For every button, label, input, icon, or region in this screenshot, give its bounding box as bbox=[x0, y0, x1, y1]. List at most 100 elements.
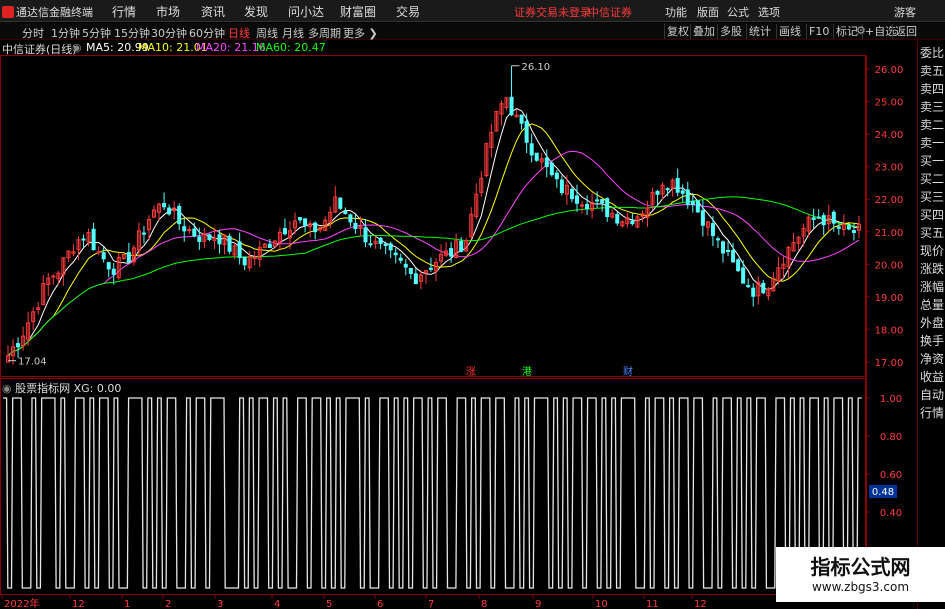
candle-body[interactable] bbox=[106, 262, 111, 270]
side-panel-item[interactable]: 买五 bbox=[920, 224, 945, 241]
candle-body[interactable] bbox=[559, 179, 564, 194]
candle-body[interactable] bbox=[605, 198, 610, 218]
side-panel-item[interactable]: 行情 bbox=[920, 404, 945, 421]
candle-body[interactable] bbox=[207, 234, 212, 240]
candle-body[interactable] bbox=[177, 205, 182, 225]
candle-body[interactable] bbox=[600, 199, 605, 204]
candle-body[interactable] bbox=[182, 226, 187, 232]
candle-body[interactable] bbox=[227, 235, 232, 252]
candle-body[interactable] bbox=[595, 199, 600, 202]
side-panel-item[interactable]: 委比 bbox=[920, 44, 945, 61]
candle-body[interactable] bbox=[675, 177, 680, 193]
candle-body[interactable] bbox=[615, 213, 620, 224]
candle-body[interactable] bbox=[751, 287, 756, 297]
candle-body[interactable] bbox=[449, 248, 454, 257]
candle-body[interactable] bbox=[529, 143, 534, 156]
candle-body[interactable] bbox=[574, 195, 579, 204]
candle-body[interactable] bbox=[167, 207, 172, 215]
side-panel-item[interactable]: 卖四 bbox=[920, 80, 945, 97]
kline-chart[interactable]: 26.0025.0024.0023.0022.0021.0020.0019.00… bbox=[0, 0, 945, 609]
candle-body[interactable] bbox=[821, 215, 826, 226]
candle-body[interactable] bbox=[81, 238, 86, 241]
candle-body[interactable] bbox=[338, 197, 343, 209]
candle-body[interactable] bbox=[428, 267, 433, 270]
candle-body[interactable] bbox=[726, 249, 731, 252]
side-panel-item[interactable]: 买三 bbox=[920, 188, 945, 205]
candle-body[interactable] bbox=[217, 234, 222, 245]
candle-body[interactable] bbox=[388, 243, 393, 251]
event-marker[interactable]: 涨 bbox=[466, 366, 476, 378]
candle-body[interactable] bbox=[368, 243, 373, 246]
candle-body[interactable] bbox=[685, 189, 690, 205]
event-marker[interactable]: 财 bbox=[623, 365, 633, 378]
candle-body[interactable] bbox=[282, 228, 287, 235]
candle-body[interactable] bbox=[237, 241, 242, 259]
candle-body[interactable] bbox=[544, 157, 549, 167]
candle-body[interactable] bbox=[298, 217, 303, 221]
candle-body[interactable] bbox=[398, 257, 403, 261]
side-panel-item[interactable]: 涨幅 bbox=[920, 278, 945, 295]
candle-body[interactable] bbox=[534, 152, 539, 161]
candle-body[interactable] bbox=[630, 220, 635, 225]
candle-body[interactable] bbox=[459, 240, 464, 252]
candle-body[interactable] bbox=[408, 268, 413, 274]
candle-body[interactable] bbox=[700, 210, 705, 226]
side-panel-item[interactable]: 现价 bbox=[920, 242, 945, 259]
candle-body[interactable] bbox=[569, 188, 574, 200]
candle-body[interactable] bbox=[313, 222, 318, 233]
candle-body[interactable] bbox=[91, 228, 96, 251]
candle-body[interactable] bbox=[383, 243, 388, 246]
candle-body[interactable] bbox=[731, 250, 736, 263]
candle-body[interactable] bbox=[343, 210, 348, 214]
candle-body[interactable] bbox=[187, 229, 192, 232]
candle-body[interactable] bbox=[836, 226, 841, 229]
candle-body[interactable] bbox=[192, 228, 197, 237]
candle-body[interactable] bbox=[242, 256, 247, 266]
candle-body[interactable] bbox=[51, 275, 56, 278]
candle-body[interactable] bbox=[554, 172, 559, 180]
candle-body[interactable] bbox=[413, 273, 418, 285]
candle-body[interactable] bbox=[680, 190, 685, 194]
sub-indicator-icon[interactable]: ◉ bbox=[2, 382, 12, 395]
candle-body[interactable] bbox=[111, 268, 116, 275]
candle-body[interactable] bbox=[353, 222, 358, 230]
candle-body[interactable] bbox=[741, 267, 746, 284]
candle-body[interactable] bbox=[101, 252, 106, 260]
side-panel-item[interactable]: 买四 bbox=[920, 206, 945, 223]
candle-body[interactable] bbox=[690, 200, 695, 206]
side-panel-item[interactable]: 外盘 bbox=[920, 314, 945, 331]
candle-body[interactable] bbox=[665, 188, 670, 191]
candle-body[interactable] bbox=[197, 236, 202, 242]
candle-body[interactable] bbox=[267, 243, 272, 248]
candle-body[interactable] bbox=[846, 225, 851, 230]
candle-body[interactable] bbox=[585, 204, 590, 210]
candle-body[interactable] bbox=[524, 120, 529, 143]
candle-body[interactable] bbox=[761, 282, 766, 294]
candle-body[interactable] bbox=[851, 230, 856, 233]
event-marker[interactable]: 港 bbox=[522, 366, 532, 378]
candle-body[interactable] bbox=[549, 162, 554, 176]
candle-body[interactable] bbox=[811, 217, 816, 221]
candle-body[interactable] bbox=[695, 200, 700, 213]
candle-body[interactable] bbox=[721, 241, 726, 254]
candle-body[interactable] bbox=[831, 211, 836, 224]
candle-body[interactable] bbox=[736, 259, 741, 272]
side-panel-item[interactable]: 涨跌 bbox=[920, 260, 945, 277]
side-panel-item[interactable]: 买一 bbox=[920, 152, 945, 169]
candle-body[interactable] bbox=[715, 238, 720, 241]
candle-body[interactable] bbox=[378, 237, 383, 244]
side-panel-item[interactable]: 总量 bbox=[920, 296, 945, 313]
side-panel-item[interactable]: 买二 bbox=[920, 170, 945, 187]
side-panel-item[interactable]: 卖三 bbox=[920, 98, 945, 115]
side-panel-item[interactable]: 收益 bbox=[920, 368, 945, 385]
candle-body[interactable] bbox=[303, 218, 308, 226]
candle-body[interactable] bbox=[126, 252, 131, 263]
candle-body[interactable] bbox=[16, 343, 21, 348]
candle-body[interactable] bbox=[710, 223, 715, 237]
side-panel-item[interactable]: 净资 bbox=[920, 350, 945, 367]
side-panel-item[interactable]: 自动 bbox=[920, 386, 945, 403]
candle-body[interactable] bbox=[348, 214, 353, 223]
candle-body[interactable] bbox=[580, 204, 585, 207]
candle-body[interactable] bbox=[509, 96, 514, 116]
candle-body[interactable] bbox=[141, 232, 146, 235]
